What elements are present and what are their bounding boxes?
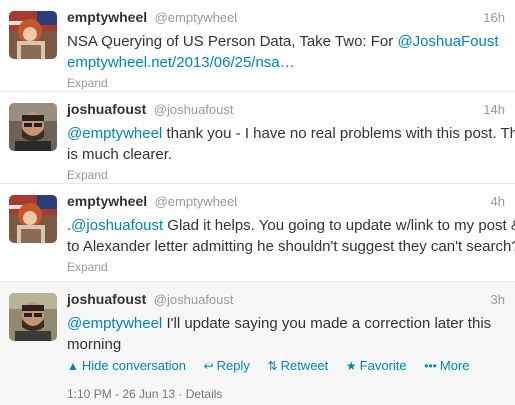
author-fullname[interactable]: joshuafoust [67, 101, 146, 117]
tweet-details-meta[interactable]: 1:10 PM - 26 Jun 13 · Details [67, 387, 505, 401]
favorite-button[interactable]: ★ Favorite [346, 358, 407, 373]
reply-label: Reply [216, 358, 250, 373]
tweet-text: @emptywheel thank you - I have no real p… [67, 123, 515, 165]
retweet-button[interactable]: ⇅ Retweet [268, 358, 329, 373]
favorite-label: Favorite [359, 358, 407, 373]
tweet-timestamp[interactable]: 14h [483, 102, 505, 117]
mention-link[interactable]: @JoshuaFoust [397, 33, 498, 50]
hide-conversation-button[interactable]: ▲ Hide conversation [67, 358, 186, 373]
tweet-actions: ▲ Hide conversation ↩ Reply ⇅ Retweet ★ Favo… [67, 358, 505, 373]
tweet-timestamp[interactable]: 3h [491, 292, 505, 307]
tweet-text: .@joshuafoust Glad it helps. You going t… [67, 215, 515, 257]
expand-link[interactable]: Expand [67, 260, 505, 274]
tweet-text-plain: is much clearer. [67, 146, 173, 163]
more-dots-icon: ••• [424, 359, 437, 373]
tweet-text: @emptywheel I'll update saying you made … [67, 313, 505, 355]
expand-link[interactable]: Expand [67, 168, 505, 182]
author-fullname[interactable]: joshuafoust [67, 291, 146, 307]
tweet-text: NSA Querying of US Person Data, Take Two… [67, 31, 505, 73]
avatar[interactable] [9, 11, 57, 59]
more-button[interactable]: ••• More [424, 358, 469, 373]
avatar[interactable] [9, 103, 57, 151]
star-icon: ★ [345, 359, 357, 373]
tweet-text-plain: to Alexander letter admitting he shouldn… [67, 238, 515, 255]
mention-link[interactable]: @joshuafoust [71, 217, 163, 234]
avatar[interactable] [9, 195, 57, 243]
author-username[interactable]: @joshuafoust [154, 292, 234, 307]
author-fullname[interactable]: emptywheel [67, 9, 147, 25]
reply-arrow-icon: ↩ [203, 359, 214, 373]
reply-button[interactable]: ↩ Reply [204, 358, 250, 373]
author-fullname[interactable]: emptywheel [67, 193, 147, 209]
mention-link[interactable]: @emptywheel [67, 125, 162, 142]
tweet-text-plain: Glad it helps. You going to update w/lin… [163, 217, 515, 234]
author-username[interactable]: @emptywheel [155, 10, 238, 25]
tweet-text-plain: thank you - I have no real problems with… [162, 125, 515, 142]
hide-conversation-label: Hide conversation [81, 358, 186, 373]
retweet-icon: ⇅ [267, 359, 278, 373]
tweet-text-plain: NSA Querying of US Person Data, Take Two… [67, 33, 398, 50]
avatar[interactable] [9, 293, 57, 341]
tweet-text-plain: morning [67, 336, 122, 353]
tweet-expanded[interactable]: joshuafoust @joshuafoust 3h @emptywheel … [0, 282, 515, 405]
mention-link[interactable]: @emptywheel [67, 315, 162, 332]
author-username[interactable]: @emptywheel [155, 194, 238, 209]
retweet-label: Retweet [280, 358, 329, 373]
conversation-timeline: emptywheel @emptywheel 16h NSA Querying … [0, 0, 515, 405]
tweet[interactable]: emptywheel @emptywheel 4h .@joshuafoust … [0, 184, 515, 282]
url-link[interactable]: emptywheel.net/2013/06/25/nsa… [67, 54, 295, 71]
tweet-timestamp[interactable]: 4h [491, 194, 505, 209]
tweet-timestamp[interactable]: 16h [483, 10, 505, 25]
tweet[interactable]: emptywheel @emptywheel 16h NSA Querying … [0, 0, 515, 92]
tweet[interactable]: joshuafoust @joshuafoust 14h @emptywheel… [0, 92, 515, 184]
author-username[interactable]: @joshuafoust [154, 102, 234, 117]
tweet-text-plain: I'll update saying you made a correction… [162, 315, 492, 332]
more-label: More [439, 358, 470, 373]
chevron-up-icon: ▲ [67, 359, 79, 373]
expand-link[interactable]: Expand [67, 76, 505, 90]
